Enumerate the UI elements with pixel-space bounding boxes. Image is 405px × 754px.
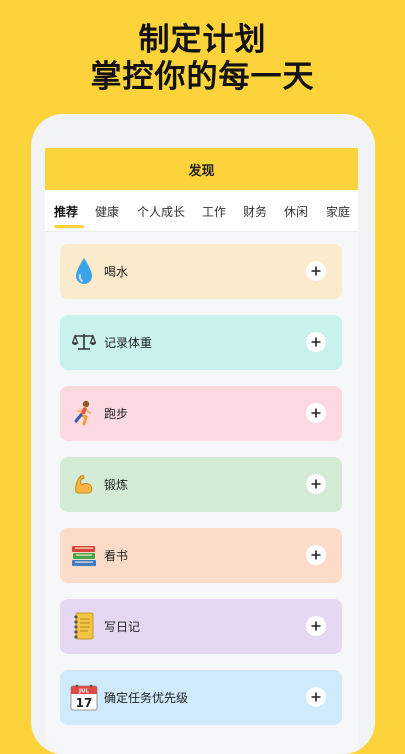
add-habit-button[interactable] [306,474,326,494]
plus-icon [311,479,321,489]
add-habit-button[interactable] [306,545,326,565]
droplet-icon [68,252,100,290]
category-tabs: 推荐 健康 个人成长 工作 财务 休闲 家庭 [45,190,358,232]
add-habit-button[interactable] [306,616,326,636]
calendar-month: JUL [78,689,90,695]
tab-health[interactable]: 健康 [95,203,119,220]
plus-icon [311,408,321,418]
runner-icon [68,394,100,432]
plus-icon [311,266,321,276]
app-header: 发现 [45,148,358,190]
habit-label: 记录体重 [104,336,153,350]
add-habit-button[interactable] [306,687,326,707]
calendar-day: 17 [76,696,93,710]
habit-label: 看书 [104,549,129,563]
plus-icon [311,692,321,702]
plus-icon [311,337,321,347]
tab-personal-growth[interactable]: 个人成长 [137,203,185,220]
promo-line-2: 掌控你的每一天 [90,59,315,95]
habit-card-exercise[interactable]: 锻炼 [60,457,342,512]
habit-card-drink-water[interactable]: 喝水 [60,244,342,299]
promo-headline: 制定计划 掌控你的每一天 [0,22,405,96]
tab-family[interactable]: 家庭 [326,203,350,220]
notebook-icon [68,607,100,645]
flexed-biceps-icon [68,465,100,503]
tab-recommended[interactable]: 推荐 [54,203,78,220]
habit-card-record-weight[interactable]: 记录体重 [60,315,342,370]
habit-label: 喝水 [104,265,129,279]
add-habit-button[interactable] [306,332,326,352]
tab-leisure[interactable]: 休闲 [284,203,308,220]
phone-frame: 发现 推荐 健康 个人成长 工作 财务 休闲 家庭 喝水 记录体重 跑步 锻炼 … [31,114,375,754]
habit-card-running[interactable]: 跑步 [60,386,342,441]
page-title: 发现 [188,163,215,179]
scale-icon [68,323,100,361]
habit-label: 跑步 [104,407,129,421]
plus-icon [311,550,321,560]
active-tab-indicator [54,225,84,228]
habit-card-journal[interactable]: 写日记 [60,599,342,654]
habit-label: 确定任务优先级 [104,691,189,705]
habit-card-prioritize-tasks[interactable]: JUL 17 确定任务优先级 [60,670,342,725]
habit-card-reading[interactable]: 看书 [60,528,342,583]
calendar-icon: JUL 17 [68,678,100,716]
tab-finance[interactable]: 财务 [243,203,267,220]
add-habit-button[interactable] [306,261,326,281]
habit-label: 锻炼 [104,478,129,492]
tab-work[interactable]: 工作 [202,203,226,220]
add-habit-button[interactable] [306,403,326,423]
promo-line-1: 制定计划 [138,22,267,58]
books-icon [68,536,100,574]
app-screen: 发现 推荐 健康 个人成长 工作 财务 休闲 家庭 喝水 记录体重 跑步 锻炼 … [45,148,358,754]
habit-label: 写日记 [104,620,141,634]
plus-icon [311,621,321,631]
